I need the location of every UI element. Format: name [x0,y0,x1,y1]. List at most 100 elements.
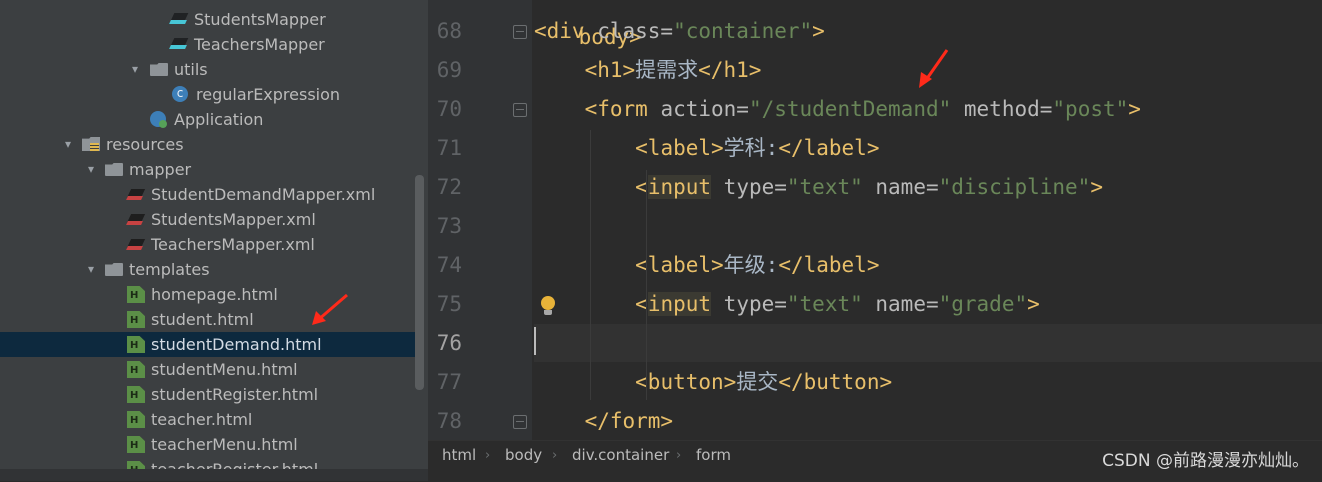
chevron-down-icon[interactable]: ▾ [84,157,98,182]
folder-icon [105,163,123,176]
code-line[interactable]: <input type="text" name="discipline"> [534,168,1322,206]
line-number: 72 [436,175,462,199]
fold-icon[interactable] [513,25,527,39]
code-line[interactable]: </form> [534,402,1322,440]
code-line[interactable] [534,324,1322,362]
code-token: "text" [786,175,863,199]
code-token: </label> [778,253,880,277]
tree-item[interactable]: teacherMenu.html [0,432,415,457]
tree-item[interactable]: regularExpression [0,81,415,107]
code-line[interactable]: <label>年级:</label> [534,246,1322,284]
indent-guide [646,170,647,400]
tree-item[interactable]: Application [0,107,415,132]
tree-item[interactable]: teacher.html [0,407,415,432]
line-number: 76 [436,331,462,355]
code-line[interactable]: <button>提交</button> [534,363,1322,401]
code-line[interactable] [534,207,1322,245]
xml-icon [127,236,145,253]
code-token: 学科: [723,136,779,160]
tree-item[interactable]: StudentDemandMapper.xml [0,182,415,207]
tree-item[interactable]: StudentsMapper.xml [0,207,415,232]
code-token: <h1> [584,58,636,82]
code-line[interactable]: <input type="text" name="grade"> [534,285,1322,323]
code-token: type= [711,175,787,199]
chevron-down-icon[interactable]: ▾ [128,57,142,82]
code-token: method= [951,97,1053,121]
code-line[interactable]: <label>学科:</label> [534,129,1322,167]
tree-item[interactable]: StudentsMapper [0,7,415,32]
code-token: "text" [786,292,863,316]
fold-icon[interactable] [513,103,527,117]
code-token: <label> [635,253,724,277]
code-token: input [647,292,712,316]
watermark: CSDN @前路漫漫亦灿灿。 [1102,451,1309,471]
code-token: "grade" [938,292,1028,316]
tree-item[interactable]: ▾ mapper [0,157,415,182]
code-token: class= [597,19,674,43]
tree-item[interactable]: ▾ templates [0,257,415,282]
html-file-icon [127,436,145,453]
breadcrumb-item[interactable]: html [442,441,476,470]
code-token: > [1128,97,1141,121]
tree-item-label: StudentsMapper [194,10,326,29]
html-file-icon [127,311,145,328]
code-token: 提交 [736,370,779,394]
code-token: type= [711,292,787,316]
chevron-down-icon[interactable]: ▾ [61,132,75,157]
tree-item[interactable]: TeachersMapper.xml [0,232,415,257]
code-token: <label> [635,136,724,160]
html-file-icon [127,336,145,353]
tree-item-label: StudentDemandMapper.xml [151,185,376,204]
tree-item-label: studentMenu.html [151,360,298,379]
tree-item[interactable]: studentMenu.html [0,357,415,382]
breadcrumb-separator-icon: › [485,448,491,463]
tree-item-label: teacher.html [151,410,253,429]
tree-item[interactable]: ▾ resources [0,132,415,157]
tree-item[interactable]: TeachersMapper [0,32,415,57]
code-token: <div [534,19,598,43]
tree-item[interactable]: studentDemand.html [0,332,415,357]
tree-item[interactable]: studentRegister.html [0,382,415,407]
breadcrumb-item[interactable]: div.container [572,441,669,470]
code-token: <form [584,97,661,121]
tree-item-label: teacherMenu.html [151,435,298,454]
code-line[interactable]: <form action="/studentDemand" method="po… [534,90,1322,128]
project-tree: StudentsMapper TeachersMapper ▾ utils regula… [0,0,428,481]
code-token: "post" [1052,97,1129,121]
html-file-icon [127,286,145,303]
code-line[interactable]: <div class="container"> [534,12,1322,50]
tree-item[interactable]: ▾ utils [0,57,415,82]
breadcrumb-item[interactable]: form [696,441,731,470]
code-token: "discipline" [938,175,1091,199]
mapper-icon [170,36,188,53]
tree-item-label: studentDemand.html [151,335,322,354]
code-token: 提需求 [635,58,699,82]
line-number: 68 [436,19,462,43]
editor-gutter: 68 69 70 71 72 73 74 75 76 77 78 [428,0,532,440]
tree-item[interactable]: student.html [0,307,415,332]
breadcrumb-item[interactable]: body [505,441,542,470]
class-icon [172,81,188,106]
line-number: 73 [436,214,462,238]
code-token: > [1027,292,1040,316]
chevron-down-icon[interactable]: ▾ [84,257,98,282]
tree-horizontal-scrollbar[interactable] [0,469,428,481]
tree-item[interactable]: homepage.html [0,282,415,307]
line-number: 74 [436,253,462,277]
code-editor[interactable]: 68 69 70 71 72 73 74 75 76 77 78 body> <div class=… [428,0,1322,440]
lightbulb-icon[interactable] [541,296,555,315]
tree-item-label: TeachersMapper.xml [151,235,315,254]
fold-icon[interactable] [513,415,527,429]
code-token: </button> [778,370,893,394]
resources-folder-icon [82,137,100,151]
tree-item-label: studentRegister.html [151,385,319,404]
tree-scrollbar[interactable] [415,175,424,390]
code-token: name= [862,175,939,199]
code-token: input [647,175,712,199]
